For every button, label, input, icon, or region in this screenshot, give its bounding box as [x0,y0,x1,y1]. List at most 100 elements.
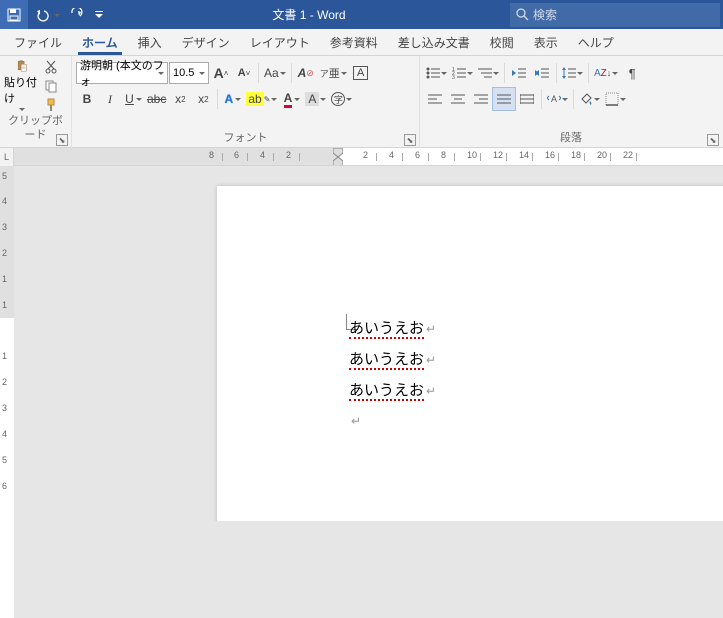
strikethrough-button[interactable]: abc [145,88,168,110]
copy-button[interactable] [40,77,62,94]
tab-home[interactable]: ホーム [72,29,128,55]
font-dialog-launcher[interactable]: ⬊ [404,134,416,146]
document-canvas[interactable]: あいうえお↵あいうえお↵あいうえお↵↵ [14,166,723,521]
numbering-icon: 123 [452,67,466,79]
tab-selector[interactable]: L [0,148,14,166]
multilevel-icon [478,67,492,79]
increase-indent-button[interactable] [531,62,553,84]
ruler-h-tick: 10 [467,150,477,160]
paragraph-label: 段落 [424,131,718,148]
text-effects-button[interactable]: A [221,88,243,110]
paragraph[interactable]: あいうえお↵ [349,345,436,376]
grow-font-button[interactable]: A˄ [210,62,232,84]
ruler-v-tick: 3 [2,222,7,232]
document-content[interactable]: あいうえお↵あいうえお↵あいうえお↵↵ [349,314,436,437]
highlight-button[interactable]: ab✎ [244,88,279,110]
ruler-h-tick: 4 [260,150,265,160]
search-input[interactable] [533,8,714,22]
ruler-h-tick: 22 [623,150,633,160]
hanging-indent-marker[interactable] [333,157,343,165]
scissors-icon [44,60,58,74]
underline-button[interactable]: U [122,88,144,110]
ruler-h-tick: 6 [234,150,239,160]
font-name-select[interactable]: 游明朝 (本文のフォ [76,62,168,84]
align-right-button[interactable] [470,88,492,110]
superscript-button[interactable]: x2 [192,88,214,110]
ruler-v-tick: 6 [2,481,7,491]
ruler-vertical[interactable]: 543211123456 [0,166,14,521]
brush-icon [44,98,58,112]
ruler-v-tick: 5 [2,455,7,465]
borders-button[interactable] [603,88,628,110]
font-color-button[interactable]: A [280,88,302,110]
clear-formatting-button[interactable]: A⊘ [295,62,317,84]
group-font: 游明朝 (本文のフォ 10.5 A˄ A˅ Aa A⊘ ア亜 A B I U a… [72,56,420,148]
borders-icon [605,92,619,106]
tab-insert[interactable]: 挿入 [128,29,172,55]
tab-references[interactable]: 参考資料 [320,29,388,55]
align-left-button[interactable] [424,88,446,110]
shading-button[interactable] [577,88,602,110]
font-label: フォント [76,131,415,148]
tab-view[interactable]: 表示 [524,29,568,55]
tab-mailings[interactable]: 差し込み文書 [388,29,480,55]
qat-customize-button[interactable] [90,0,108,29]
clipboard-icon [10,60,34,72]
clipboard-dialog-launcher[interactable]: ⬊ [56,134,68,146]
ruler-h-tick: 2 [363,150,368,160]
enclose-characters-button[interactable]: 字 [329,88,354,110]
quick-access-toolbar [0,0,108,29]
work-area: 543211123456 あいうえお↵あいうえお↵あいうえお↵↵ [0,166,723,521]
phonetic-guide-button[interactable]: ア亜 [318,62,349,84]
clipboard-label: クリップボード [4,114,67,131]
ruler-v-tick: 5 [2,171,7,181]
undo-button[interactable] [28,4,62,26]
titlebar: 文書 1 - Word [0,0,723,29]
ruler-h-tick: 20 [597,150,607,160]
cut-button[interactable] [40,58,62,75]
save-button[interactable] [0,0,28,29]
paragraph-dialog-launcher[interactable]: ⬊ [707,134,719,146]
ruler-h-tick: 18 [571,150,581,160]
window-title: 文書 1 - Word [108,6,510,23]
ruler-h-tick: 12 [493,150,503,160]
italic-button[interactable]: I [99,88,121,110]
shrink-font-button[interactable]: A˅ [233,62,255,84]
tab-help[interactable]: ヘルプ [568,29,624,55]
distribute-button[interactable] [516,88,538,110]
multilevel-list-button[interactable] [476,62,501,84]
decrease-indent-button[interactable] [508,62,530,84]
tab-design[interactable]: デザイン [172,29,240,55]
redo-button[interactable] [62,0,90,29]
asian-layout-button[interactable]: A [545,88,570,110]
justify-button[interactable] [493,88,515,110]
paragraph[interactable]: ↵ [349,406,436,437]
subscript-button[interactable]: x2 [169,88,191,110]
align-center-button[interactable] [447,88,469,110]
paragraph[interactable]: あいうえお↵ [349,376,436,407]
ruler-v-tick: 4 [2,196,7,206]
ruler-h-tick: 14 [519,150,529,160]
sort-button[interactable]: AZ↓ [592,62,620,84]
ruler-h-tick: 4 [389,150,394,160]
bold-button[interactable]: B [76,88,98,110]
tab-file[interactable]: ファイル [4,29,72,55]
paste-button[interactable]: 貼り付け [4,58,40,114]
ruler-horizontal[interactable]: L 8642246810121416182022 [0,148,723,166]
line-spacing-button[interactable] [560,62,585,84]
character-shading-button[interactable]: A [303,88,328,110]
bullets-button[interactable] [424,62,449,84]
character-border-button[interactable]: A [350,62,372,84]
show-marks-button[interactable]: ¶ [621,62,643,84]
search-box[interactable] [510,3,720,27]
tab-review[interactable]: 校閲 [480,29,524,55]
page: あいうえお↵あいうえお↵あいうえお↵↵ [217,186,723,521]
ruler-v-tick: 2 [2,377,7,387]
font-size-select[interactable]: 10.5 [169,62,209,84]
tab-layout[interactable]: レイアウト [240,29,320,55]
numbering-button[interactable]: 123 [450,62,475,84]
format-painter-button[interactable] [40,97,62,114]
group-paragraph: 123 AZ↓ ¶ A [420,56,722,148]
change-case-button[interactable]: Aa [262,62,288,84]
paragraph[interactable]: あいうえお↵ [349,314,436,345]
